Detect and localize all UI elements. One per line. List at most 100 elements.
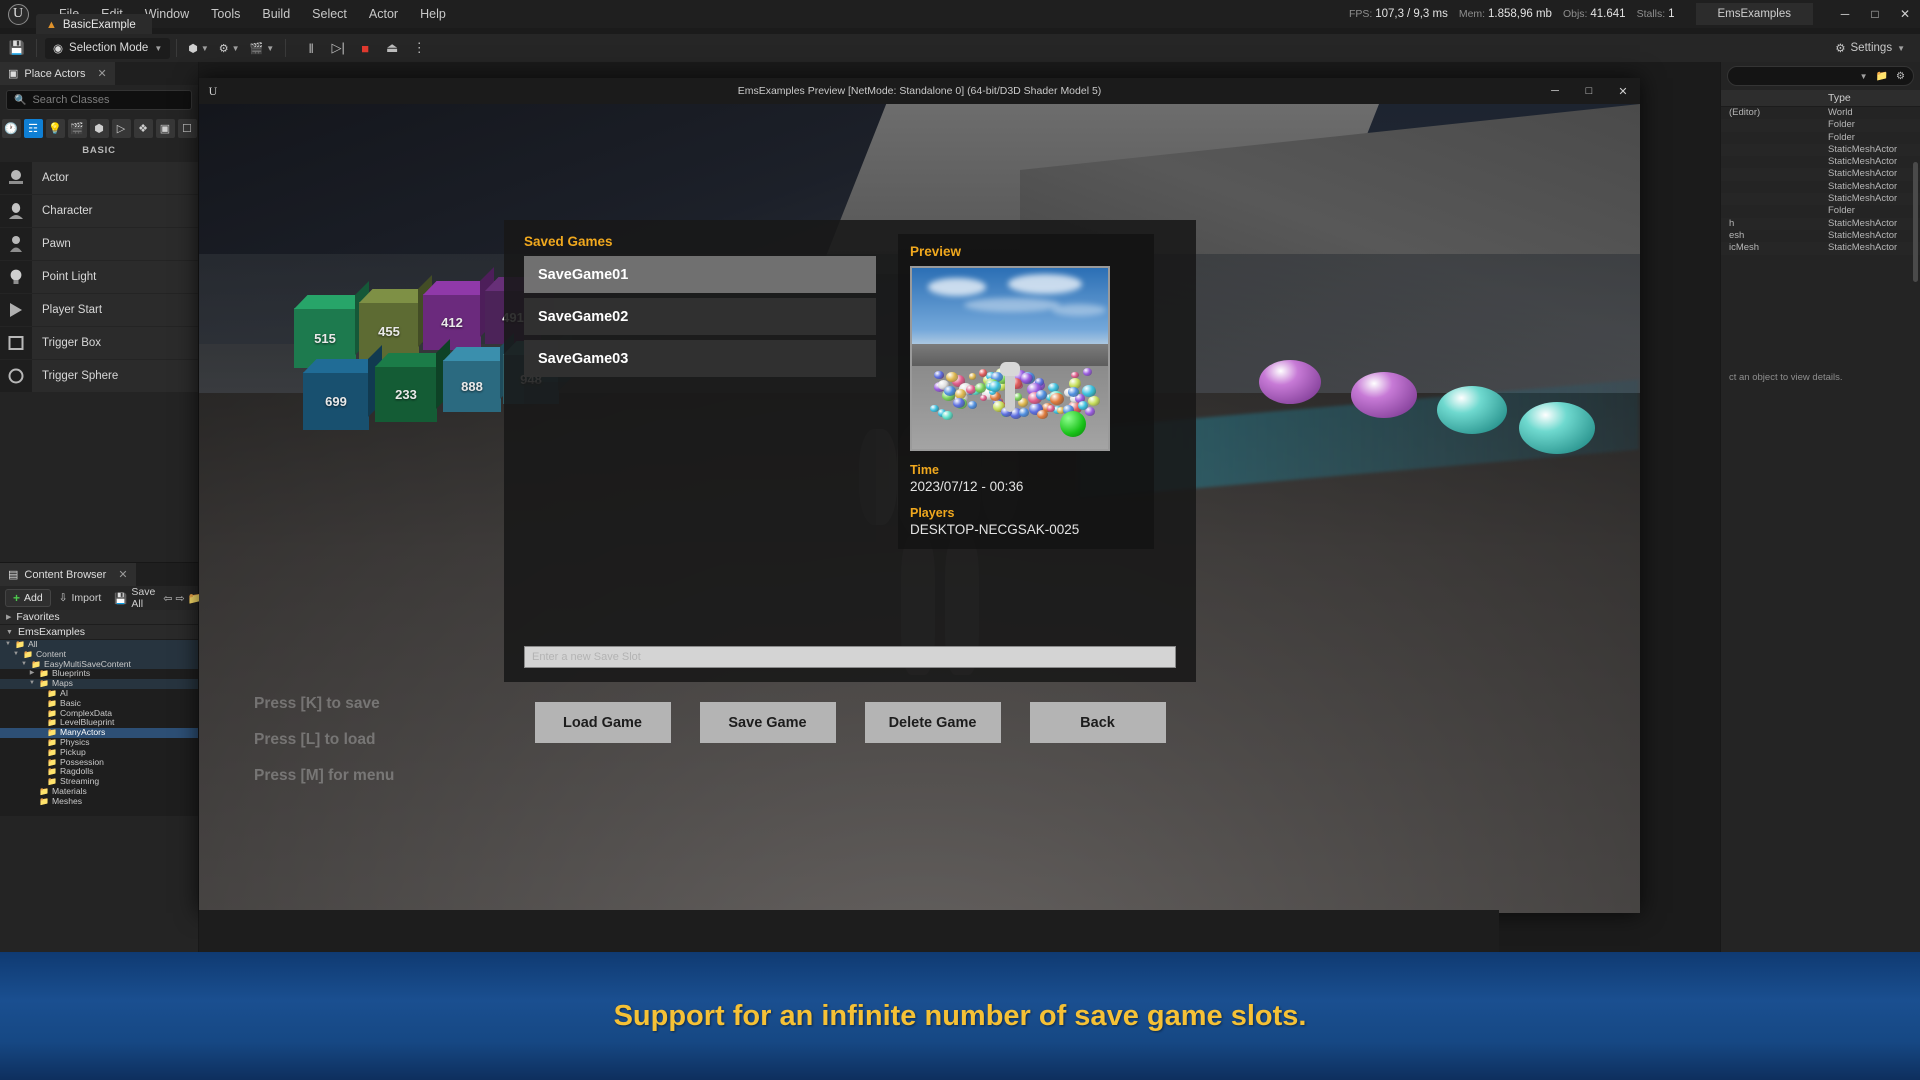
- outliner-row[interactable]: icMesh StaticMeshActor: [1721, 242, 1920, 255]
- content-folder-tree[interactable]: ▼ 📁 All ▼ 📁 Content ▼ 📁 EasyMultiSaveContent ▶ 📁 Bl…: [0, 640, 198, 816]
- content-tree-row[interactable]: ▶ 📁 Blueprints: [0, 669, 198, 679]
- project-section[interactable]: ▼ EmsExamples: [0, 625, 198, 640]
- add-actor-dropdown[interactable]: ⬢ ▼: [183, 37, 214, 59]
- lights-icon[interactable]: 💡: [45, 119, 65, 138]
- close-button[interactable]: ✕: [1890, 0, 1920, 28]
- unreal-logo-icon[interactable]: U: [0, 0, 36, 28]
- more-options-button[interactable]: ⋮: [406, 37, 432, 59]
- volumes-icon[interactable]: ❖: [133, 119, 153, 138]
- outliner-row[interactable]: StaticMeshActor: [1721, 156, 1920, 168]
- chevron-down-icon[interactable]: ▼: [1860, 72, 1868, 81]
- add-button[interactable]: + Add: [5, 589, 51, 607]
- all-classes-icon[interactable]: ▣: [155, 119, 175, 138]
- content-tree-row[interactable]: 📁 AI: [0, 688, 198, 699]
- outliner-search-box[interactable]: ▼ 📁 ⚙: [1727, 66, 1914, 86]
- menu-item-actor[interactable]: Actor: [358, 3, 409, 25]
- menu-item-select[interactable]: Select: [301, 3, 358, 25]
- content-tree-row[interactable]: ▼ 📁 Maps: [0, 678, 198, 689]
- menu-item-help[interactable]: Help: [409, 3, 457, 25]
- content-tree-row[interactable]: 📁 Materials: [0, 786, 198, 797]
- outliner-row[interactable]: StaticMeshActor: [1721, 193, 1920, 206]
- outliner-row[interactable]: (Editor) World: [1721, 107, 1920, 119]
- content-tree-row[interactable]: 📁 Ragdolls: [0, 767, 198, 777]
- outliner-row[interactable]: Folder: [1721, 205, 1920, 217]
- place-actor-item-trigger-sphere[interactable]: Trigger Sphere: [0, 360, 198, 392]
- outliner-row[interactable]: StaticMeshActor: [1721, 168, 1920, 181]
- maximize-button[interactable]: □: [1860, 0, 1890, 28]
- save-slot-item[interactable]: SaveGame02: [524, 298, 876, 335]
- geometry-icon[interactable]: ▷: [111, 119, 131, 138]
- chevron-down-icon[interactable]: ▼: [4, 640, 12, 650]
- cinematics-dropdown[interactable]: 🎬 ▼: [245, 37, 280, 59]
- new-folder-icon[interactable]: 📁: [1876, 71, 1888, 82]
- outliner-row[interactable]: Folder: [1721, 132, 1920, 144]
- search-classes-box[interactable]: 🔍: [6, 90, 192, 110]
- menu-item-tools[interactable]: Tools: [200, 3, 251, 25]
- menu-item-build[interactable]: Build: [251, 3, 301, 25]
- recently-placed-icon[interactable]: 🕐: [1, 119, 21, 138]
- tab-content-browser[interactable]: ▤ Content Browser ✕: [0, 563, 136, 586]
- save-name-input[interactable]: [524, 646, 1176, 668]
- import-button[interactable]: ⇩ Import: [54, 589, 107, 607]
- minimize-button[interactable]: ─: [1830, 0, 1860, 28]
- place-actor-item-character[interactable]: Character: [0, 195, 198, 227]
- pause-button[interactable]: ‖: [298, 37, 324, 59]
- save-slot-item[interactable]: SaveGame03: [524, 340, 876, 377]
- shapes-icon[interactable]: ☐: [177, 119, 197, 138]
- content-tree-row[interactable]: 📁 Streaming: [0, 776, 198, 787]
- outliner-scrollbar[interactable]: [1913, 162, 1918, 282]
- load-game-button[interactable]: Load Game: [534, 702, 671, 743]
- chevron-down-icon[interactable]: ▼: [28, 679, 36, 689]
- game-viewport[interactable]: 515455412491699233888948 Press [K] to sa…: [199, 104, 1640, 913]
- outliner-row-list[interactable]: (Editor) World Folder Folder StaticMeshActor…: [1721, 107, 1920, 255]
- outliner-row[interactable]: StaticMeshActor: [1721, 181, 1920, 193]
- content-tree-row[interactable]: 📁 ManyActors: [0, 727, 198, 738]
- pie-close-button[interactable]: ✕: [1606, 78, 1640, 104]
- place-actor-item-pawn[interactable]: Pawn: [0, 228, 198, 260]
- pie-minimize-button[interactable]: ─: [1538, 78, 1572, 104]
- save-all-button[interactable]: 💾 Save All: [109, 586, 160, 610]
- save-icon[interactable]: 💾: [4, 37, 30, 59]
- close-icon[interactable]: ✕: [118, 568, 127, 581]
- eject-button[interactable]: ⏏: [379, 37, 405, 59]
- tab-place-actors[interactable]: ▣ Place Actors ✕: [0, 62, 115, 85]
- place-actor-item-point-light[interactable]: Point Light: [0, 261, 198, 293]
- content-tree-row[interactable]: 📁 Possession: [0, 757, 198, 768]
- back-arrow-icon[interactable]: ⇦: [163, 589, 172, 607]
- forward-arrow-icon[interactable]: ⇨: [176, 589, 185, 607]
- outliner-row[interactable]: StaticMeshActor: [1721, 143, 1920, 157]
- save-game-button[interactable]: Save Game: [699, 702, 836, 743]
- search-classes-input[interactable]: [32, 94, 184, 106]
- outliner-row[interactable]: h StaticMeshActor: [1721, 217, 1920, 230]
- pie-maximize-button[interactable]: □: [1572, 78, 1606, 104]
- cinematic-icon[interactable]: 🎬: [67, 119, 87, 138]
- outliner-row[interactable]: Folder: [1721, 119, 1920, 132]
- outliner-row[interactable]: esh StaticMeshActor: [1721, 230, 1920, 242]
- stop-button[interactable]: ■: [352, 37, 378, 59]
- selection-mode-dropdown[interactable]: ◉ Selection Mode ▼: [45, 37, 171, 59]
- level-tab-basicexample[interactable]: ▲ BasicExample: [36, 14, 152, 36]
- gear-icon[interactable]: ⚙: [1896, 71, 1905, 82]
- save-slot-item[interactable]: SaveGame01: [524, 256, 876, 293]
- chevron-right-icon[interactable]: ▶: [28, 669, 36, 679]
- place-actor-item-trigger-box[interactable]: Trigger Box: [0, 327, 198, 359]
- close-icon[interactable]: ✕: [98, 67, 107, 80]
- favorites-section[interactable]: ▶ Favorites: [0, 610, 198, 625]
- basic-icon[interactable]: ☶: [23, 119, 43, 138]
- visual-effects-icon[interactable]: ⬢: [89, 119, 109, 138]
- content-tree-row[interactable]: ▼ 📁 All: [0, 640, 198, 650]
- blueprints-dropdown[interactable]: ⚙ ▼: [214, 37, 245, 59]
- saved-games-list[interactable]: SaveGame01 SaveGame02 SaveGame03: [524, 256, 876, 377]
- frame-step-button[interactable]: ▷|: [325, 37, 351, 59]
- delete-game-button[interactable]: Delete Game: [864, 702, 1001, 743]
- chevron-down-icon[interactable]: ▼: [12, 650, 20, 660]
- content-tree-row[interactable]: ▼ 📁 EasyMultiSaveContent: [0, 659, 198, 670]
- back-button[interactable]: Back: [1029, 702, 1166, 743]
- settings-button[interactable]: ⚙ Settings ▼: [1828, 36, 1912, 60]
- chevron-down-icon[interactable]: ▼: [20, 660, 28, 670]
- content-tree-row[interactable]: 📁 Physics: [0, 737, 198, 748]
- content-tree-row[interactable]: 📁 Meshes: [0, 796, 198, 807]
- place-actor-item-actor[interactable]: Actor: [0, 162, 198, 194]
- place-actor-item-player-start[interactable]: Player Start: [0, 294, 198, 326]
- pie-titlebar[interactable]: U EmsExamples Preview [NetMode: Standalo…: [199, 78, 1640, 104]
